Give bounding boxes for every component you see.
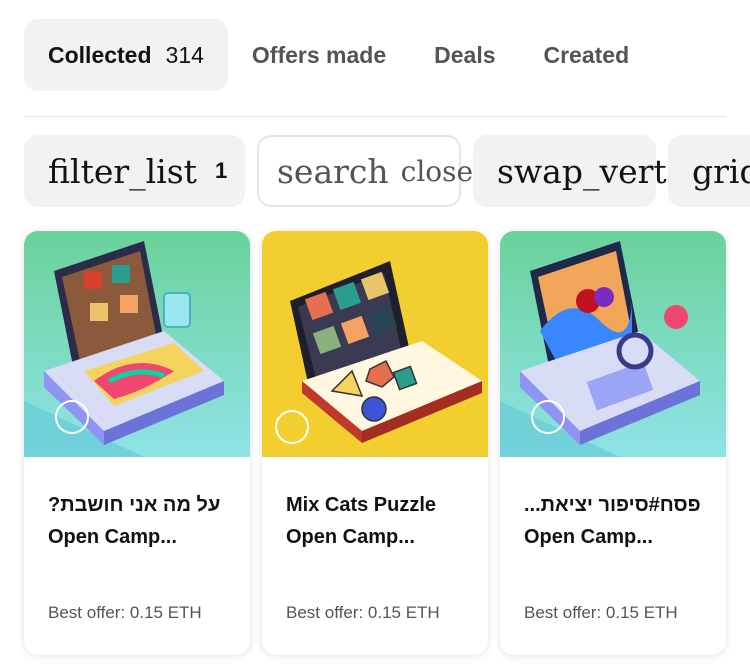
nft-card-title-line2: Open Camp... [524, 526, 653, 548]
close-icon[interactable]: close [401, 155, 473, 188]
tab-collected[interactable]: Collected 314 [24, 19, 228, 91]
nft-card-title-line1: ?על מה אני חושבת [48, 494, 221, 516]
toolbar: filter_list 1 search close swap_vert gri… [24, 135, 750, 207]
nft-card-title-line1: Mix Cats Puzzle [286, 494, 437, 516]
nft-card[interactable]: ...פסח#סיפור יציאת Open Camp... Best off… [500, 231, 726, 655]
tab-deals-label: Deals [434, 41, 496, 68]
nft-card-title: Mix Cats Puzzle Open Camp... [286, 489, 471, 553]
nft-artwork-image [262, 231, 488, 457]
search-icon: search [277, 151, 389, 191]
swap-vert-icon: swap_vert [497, 151, 667, 191]
tab-collected-label: Collected [48, 41, 152, 68]
nft-card-title-line2: Open Camp... [48, 526, 177, 548]
nft-artwork-image [500, 231, 726, 457]
tab-created-label: Created [543, 41, 630, 68]
grid-icon: grid_ [692, 151, 750, 191]
filter-count-badge: 1 [214, 158, 228, 183]
tab-offers-made-label: Offers made [251, 41, 387, 68]
nft-card-title: ...פסח#סיפור יציאת Open Camp... [524, 489, 709, 553]
nft-card-best-offer: Best offer: 0.15 ETH [524, 603, 678, 622]
nft-card-title: ?על מה אני חושבת Open Camp... [48, 489, 233, 553]
nft-card[interactable]: Mix Cats Puzzle Open Camp... Best offer:… [262, 231, 488, 655]
filter-list-icon: filter_list [48, 151, 197, 191]
tab-collected-count: 314 [165, 41, 204, 68]
nft-card-best-offer: Best offer: 0.15 ETH [286, 603, 440, 622]
nft-card-title-line1: ...פסח#סיפור יציאת [524, 494, 701, 516]
profile-tabs: Collected 314 Offers made Deals Created [24, 19, 653, 91]
nft-artwork-image [24, 231, 250, 457]
nft-card-title-line2: Open Camp... [286, 526, 415, 548]
nft-card[interactable]: ?על מה אני חושבת Open Camp... Best offer… [24, 231, 250, 655]
tab-offers-made[interactable]: Offers made [228, 19, 410, 91]
filter-button[interactable]: filter_list 1 [24, 135, 245, 207]
grid-view-button[interactable]: grid_ [668, 135, 750, 207]
sort-button[interactable]: swap_vert [473, 135, 667, 207]
tabs-divider [24, 116, 726, 117]
tab-created[interactable]: Created [520, 19, 654, 91]
nft-card-best-offer: Best offer: 0.15 ETH [48, 603, 202, 622]
search-field[interactable]: search close [257, 135, 473, 207]
tab-deals[interactable]: Deals [410, 19, 519, 91]
